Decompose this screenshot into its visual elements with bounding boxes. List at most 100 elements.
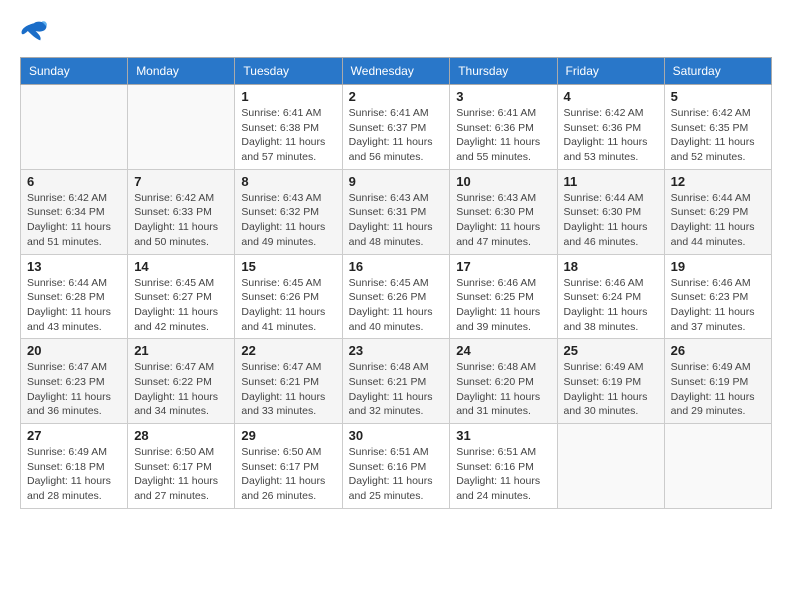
calendar-cell: 31 Sunrise: 6:51 AM Sunset: 6:16 PM Dayli…	[450, 424, 557, 509]
day-number: 3	[456, 89, 550, 104]
day-number: 24	[456, 343, 550, 358]
day-info: Sunrise: 6:50 AM Sunset: 6:17 PM Dayligh…	[134, 445, 228, 504]
day-number: 29	[241, 428, 335, 443]
day-number: 12	[671, 174, 765, 189]
day-number: 30	[349, 428, 444, 443]
day-info: Sunrise: 6:43 AM Sunset: 6:31 PM Dayligh…	[349, 191, 444, 250]
day-info: Sunrise: 6:46 AM Sunset: 6:24 PM Dayligh…	[564, 276, 658, 335]
day-number: 25	[564, 343, 658, 358]
calendar-cell: 13Sunrise: 6:44 AM Sunset: 6:28 PM Dayli…	[21, 254, 128, 339]
day-number: 5	[671, 89, 765, 104]
day-number: 26	[671, 343, 765, 358]
calendar-cell: 7Sunrise: 6:42 AM Sunset: 6:33 PM Daylig…	[128, 169, 235, 254]
day-info: Sunrise: 6:51 AM Sunset: 6:16 PM Dayligh…	[456, 445, 550, 504]
calendar-cell: 27 Sunrise: 6:49 AM Sunset: 6:18 PM Dayli…	[21, 424, 128, 509]
day-info: Sunrise: 6:47 AM Sunset: 6:23 PM Dayligh…	[27, 360, 121, 419]
calendar-cell: 25 Sunrise: 6:49 AM Sunset: 6:19 PM Dayli…	[557, 339, 664, 424]
day-info: Sunrise: 6:47 AM Sunset: 6:22 PM Dayligh…	[134, 360, 228, 419]
day-number: 22	[241, 343, 335, 358]
page-header	[20, 20, 772, 47]
day-number: 31	[456, 428, 550, 443]
weekday-header: Sunday	[21, 58, 128, 85]
day-number: 23	[349, 343, 444, 358]
calendar-cell: 3 Sunrise: 6:41 AM Sunset: 6:36 PM Daylig…	[450, 85, 557, 170]
day-number: 13	[27, 259, 121, 274]
calendar-cell: 28 Sunrise: 6:50 AM Sunset: 6:17 PM Dayli…	[128, 424, 235, 509]
day-number: 27	[27, 428, 121, 443]
day-info: Sunrise: 6:43 AM Sunset: 6:32 PM Dayligh…	[241, 191, 335, 250]
calendar-cell: 2 Sunrise: 6:41 AM Sunset: 6:37 PM Daylig…	[342, 85, 450, 170]
calendar-cell: 24Sunrise: 6:48 AM Sunset: 6:20 PM Dayli…	[450, 339, 557, 424]
weekday-header: Friday	[557, 58, 664, 85]
day-number: 19	[671, 259, 765, 274]
day-info: Sunrise: 6:41 AM Sunset: 6:37 PM Dayligh…	[349, 106, 444, 165]
day-info: Sunrise: 6:45 AM Sunset: 6:27 PM Dayligh…	[134, 276, 228, 335]
day-number: 6	[27, 174, 121, 189]
calendar-cell: 29 Sunrise: 6:50 AM Sunset: 6:17 PM Dayli…	[235, 424, 342, 509]
calendar-cell: 30 Sunrise: 6:51 AM Sunset: 6:16 PM Dayli…	[342, 424, 450, 509]
day-info: Sunrise: 6:41 AM Sunset: 6:38 PM Dayligh…	[241, 106, 335, 165]
calendar-cell: 4 Sunrise: 6:42 AM Sunset: 6:36 PM Daylig…	[557, 85, 664, 170]
day-number: 14	[134, 259, 228, 274]
calendar-cell: 22Sunrise: 6:47 AM Sunset: 6:21 PM Dayli…	[235, 339, 342, 424]
day-number: 11	[564, 174, 658, 189]
calendar-cell	[21, 85, 128, 170]
day-info: Sunrise: 6:50 AM Sunset: 6:17 PM Dayligh…	[241, 445, 335, 504]
day-info: Sunrise: 6:42 AM Sunset: 6:36 PM Dayligh…	[564, 106, 658, 165]
logo-icon	[20, 20, 48, 47]
day-info: Sunrise: 6:43 AM Sunset: 6:30 PM Dayligh…	[456, 191, 550, 250]
calendar-cell: 14 Sunrise: 6:45 AM Sunset: 6:27 PM Dayli…	[128, 254, 235, 339]
weekday-header: Monday	[128, 58, 235, 85]
day-number: 16	[349, 259, 444, 274]
day-number: 7	[134, 174, 228, 189]
calendar-table: SundayMondayTuesdayWednesdayThursdayFrid…	[20, 57, 772, 509]
weekday-header: Wednesday	[342, 58, 450, 85]
calendar-cell: 17 Sunrise: 6:46 AM Sunset: 6:25 PM Dayli…	[450, 254, 557, 339]
calendar-cell: 21 Sunrise: 6:47 AM Sunset: 6:22 PM Dayli…	[128, 339, 235, 424]
day-info: Sunrise: 6:49 AM Sunset: 6:18 PM Dayligh…	[27, 445, 121, 504]
day-number: 15	[241, 259, 335, 274]
calendar-cell: 5 Sunrise: 6:42 AM Sunset: 6:35 PM Daylig…	[664, 85, 771, 170]
day-info: Sunrise: 6:42 AM Sunset: 6:35 PM Dayligh…	[671, 106, 765, 165]
day-info: Sunrise: 6:49 AM Sunset: 6:19 PM Dayligh…	[671, 360, 765, 419]
calendar-cell	[664, 424, 771, 509]
day-info: Sunrise: 6:44 AM Sunset: 6:29 PM Dayligh…	[671, 191, 765, 250]
calendar-cell: 20 Sunrise: 6:47 AM Sunset: 6:23 PM Dayli…	[21, 339, 128, 424]
day-number: 2	[349, 89, 444, 104]
day-number: 20	[27, 343, 121, 358]
calendar-cell: 15 Sunrise: 6:45 AM Sunset: 6:26 PM Dayli…	[235, 254, 342, 339]
day-info: Sunrise: 6:46 AM Sunset: 6:25 PM Dayligh…	[456, 276, 550, 335]
calendar-cell: 8 Sunrise: 6:43 AM Sunset: 6:32 PM Daylig…	[235, 169, 342, 254]
day-info: Sunrise: 6:48 AM Sunset: 6:21 PM Dayligh…	[349, 360, 444, 419]
day-info: Sunrise: 6:44 AM Sunset: 6:30 PM Dayligh…	[564, 191, 658, 250]
day-number: 21	[134, 343, 228, 358]
calendar-cell: 18Sunrise: 6:46 AM Sunset: 6:24 PM Dayli…	[557, 254, 664, 339]
day-number: 28	[134, 428, 228, 443]
day-info: Sunrise: 6:45 AM Sunset: 6:26 PM Dayligh…	[241, 276, 335, 335]
calendar-cell	[557, 424, 664, 509]
calendar-cell: 23 Sunrise: 6:48 AM Sunset: 6:21 PM Dayli…	[342, 339, 450, 424]
day-number: 9	[349, 174, 444, 189]
calendar-cell: 19 Sunrise: 6:46 AM Sunset: 6:23 PM Dayli…	[664, 254, 771, 339]
day-number: 4	[564, 89, 658, 104]
weekday-header: Saturday	[664, 58, 771, 85]
calendar-cell: 9 Sunrise: 6:43 AM Sunset: 6:31 PM Daylig…	[342, 169, 450, 254]
day-number: 1	[241, 89, 335, 104]
calendar-cell: 10 Sunrise: 6:43 AM Sunset: 6:30 PM Dayli…	[450, 169, 557, 254]
day-info: Sunrise: 6:41 AM Sunset: 6:36 PM Dayligh…	[456, 106, 550, 165]
day-info: Sunrise: 6:51 AM Sunset: 6:16 PM Dayligh…	[349, 445, 444, 504]
calendar-cell	[128, 85, 235, 170]
calendar-cell: 11 Sunrise: 6:44 AM Sunset: 6:30 PM Dayli…	[557, 169, 664, 254]
day-number: 10	[456, 174, 550, 189]
weekday-header: Thursday	[450, 58, 557, 85]
day-number: 17	[456, 259, 550, 274]
day-info: Sunrise: 6:46 AM Sunset: 6:23 PM Dayligh…	[671, 276, 765, 335]
day-info: Sunrise: 6:49 AM Sunset: 6:19 PM Dayligh…	[564, 360, 658, 419]
day-info: Sunrise: 6:42 AM Sunset: 6:34 PM Dayligh…	[27, 191, 121, 250]
calendar-cell: 26 Sunrise: 6:49 AM Sunset: 6:19 PM Dayli…	[664, 339, 771, 424]
day-info: Sunrise: 6:45 AM Sunset: 6:26 PM Dayligh…	[349, 276, 444, 335]
weekday-header: Tuesday	[235, 58, 342, 85]
logo	[20, 20, 52, 47]
day-number: 8	[241, 174, 335, 189]
calendar-cell: 6 Sunrise: 6:42 AM Sunset: 6:34 PM Daylig…	[21, 169, 128, 254]
